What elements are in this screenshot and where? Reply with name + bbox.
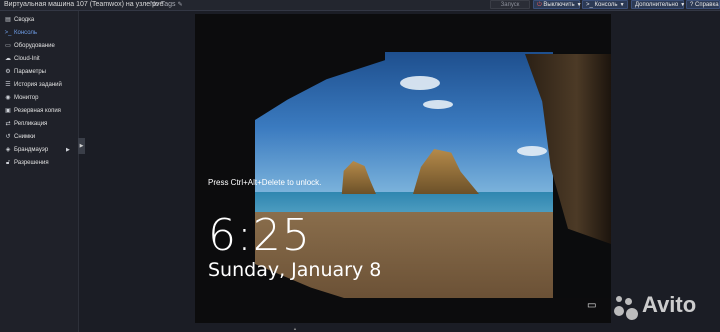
more-button[interactable]: Дополнительно ▼	[631, 0, 686, 9]
more-label: Дополнительно	[635, 2, 679, 8]
tags-text: No Tags	[150, 1, 176, 8]
sidebar-item-label: Cloud-Init	[14, 56, 40, 62]
sidebar-item-label: Разрешения	[14, 160, 49, 166]
cave-wall	[195, 14, 611, 52]
terminal-icon: >_	[586, 2, 593, 8]
wallpaper-cloud	[517, 146, 547, 156]
resize-handle-icon[interactable]: ▲	[293, 326, 297, 331]
vm-console-screen[interactable]: Press Ctrl+Alt+Delete to unlock. 6:25 Su…	[195, 14, 611, 323]
sidebar-item-label: Оборудование	[14, 43, 55, 49]
sidebar: ▤ Сводка >_ Консоль ▭ Оборудование ☁ Cloud-I…	[0, 11, 79, 332]
sidebar-item-hardware[interactable]: ▭ Оборудование	[0, 40, 78, 52]
lock-date: Sunday, January 8	[208, 259, 382, 281]
eye-icon: ◉	[5, 95, 11, 101]
sidebar-item-label: Параметры	[14, 69, 46, 75]
terminal-icon: >_	[4, 30, 12, 36]
cave-floor	[195, 298, 611, 323]
list-icon: ☰	[5, 82, 11, 88]
unlock-hint: Press Ctrl+Alt+Delete to unlock.	[208, 178, 322, 187]
sidebar-item-monitor[interactable]: ◉ Монитор	[0, 92, 78, 104]
sidebar-item-label: Консоль	[14, 30, 38, 36]
sidebar-item-console[interactable]: >_ Консоль	[0, 27, 78, 39]
wallpaper-cloud	[400, 76, 440, 90]
sidebar-item-cloud-init[interactable]: ☁ Cloud-Init	[0, 53, 78, 65]
cloud-icon: ☁	[5, 56, 11, 62]
collapse-sidebar-handle[interactable]: ▶	[78, 138, 85, 154]
help-icon: ?	[690, 2, 694, 8]
sidebar-item-label: Монитор	[14, 95, 39, 101]
summary-icon: ▤	[5, 17, 11, 23]
watermark-dot	[626, 308, 638, 320]
floppy-icon: ▣	[5, 108, 11, 114]
console-label: Консоль	[594, 2, 618, 8]
chevron-down-icon: ▼	[680, 2, 686, 8]
chevron-down-icon: ▼	[619, 2, 625, 8]
sidebar-item-summary[interactable]: ▤ Сводка	[0, 14, 78, 26]
sidebar-item-label: Сводка	[14, 17, 35, 23]
help-button[interactable]: ? Справка	[686, 0, 720, 9]
lock-clock: 6:25	[208, 210, 311, 261]
watermark: Avito	[612, 292, 718, 326]
monitor-icon: ▭	[5, 43, 11, 49]
cave-wall	[195, 52, 255, 323]
sidebar-item-label: Репликация	[14, 121, 48, 127]
unlock-icon: 🔓︎	[6, 160, 10, 166]
shield-icon: ◈	[5, 147, 11, 153]
power-icon: ⏻	[537, 2, 542, 8]
console-button[interactable]: >_ Консоль ▼	[582, 0, 628, 9]
sidebar-item-task-history[interactable]: ☰ История заданий	[0, 79, 78, 91]
watermark-dot	[614, 306, 624, 316]
sidebar-item-permissions[interactable]: 🔓︎ Разрешения	[0, 157, 78, 169]
tags-label[interactable]: No Tags ✎	[150, 1, 183, 8]
watermark-text: Avito	[642, 292, 697, 317]
start-button[interactable]: Запуск	[490, 0, 530, 9]
sidebar-item-label: Брандмауэр	[14, 147, 49, 153]
vm-title: Виртуальная машина 107 (Teamwox) на узле…	[4, 1, 164, 8]
sidebar-item-options[interactable]: ⚙ Параметры	[0, 66, 78, 78]
chevron-right-icon[interactable]: ▶	[66, 144, 70, 156]
sidebar-item-label: Резервная копия	[14, 108, 61, 114]
top-bar: Виртуальная машина 107 (Teamwox) на узле…	[0, 0, 720, 11]
chevron-down-icon: ▼	[576, 2, 582, 8]
watermark-dot	[616, 296, 622, 302]
sidebar-item-snapshots[interactable]: ↺ Снимки	[0, 131, 78, 143]
watermark-dot	[625, 298, 632, 305]
sidebar-item-replication[interactable]: ⇄ Репликация	[0, 118, 78, 130]
display-icon[interactable]: ▭	[587, 300, 596, 311]
help-label: Справка	[695, 2, 719, 8]
sidebar-item-label: История заданий	[14, 82, 62, 88]
sidebar-item-firewall[interactable]: ◈ Брандмауэр ▶	[0, 144, 78, 156]
pencil-icon[interactable]: ✎	[178, 2, 183, 8]
shutdown-button[interactable]: ⏻ Выключить ▼	[533, 0, 582, 9]
history-icon: ↺	[5, 134, 11, 140]
sidebar-item-label: Снимки	[14, 134, 36, 140]
sidebar-item-backup[interactable]: ▣ Резервная копия	[0, 105, 78, 117]
gear-icon: ⚙	[5, 69, 11, 75]
wallpaper-cloud	[423, 100, 453, 109]
retweet-icon: ⇄	[5, 121, 11, 127]
shutdown-label: Выключить	[543, 2, 575, 8]
